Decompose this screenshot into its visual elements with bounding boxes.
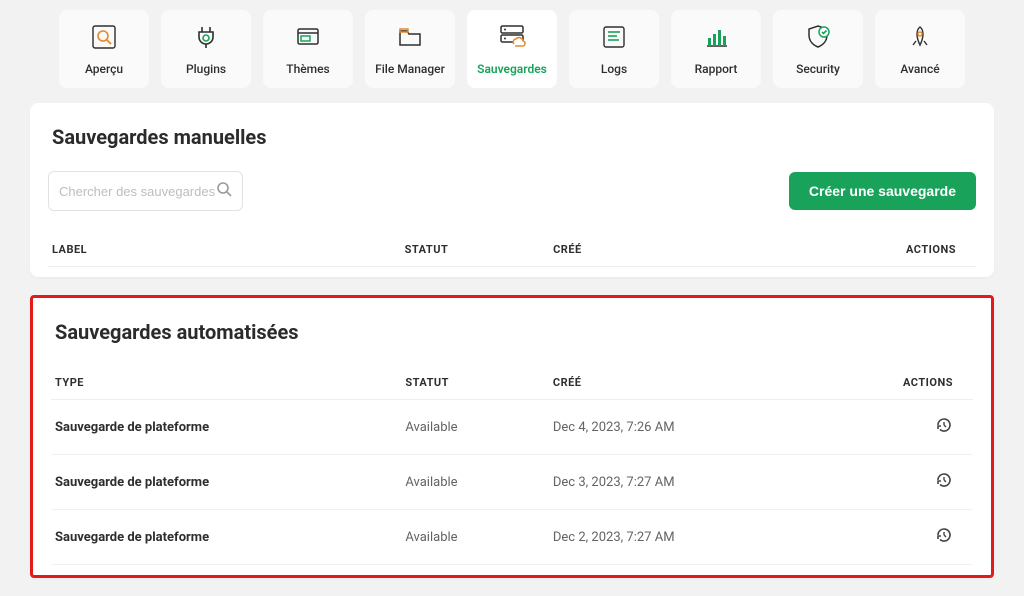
- restore-button[interactable]: [935, 526, 953, 544]
- row-status: Available: [401, 455, 549, 510]
- col-actions: ACTIONS: [825, 366, 973, 400]
- search-wrap: [48, 171, 243, 211]
- search-icon[interactable]: [216, 181, 232, 201]
- manual-toolbar: Créer une sauvegarde: [48, 171, 976, 211]
- tab-label: Rapport: [695, 62, 738, 76]
- tab-advanced[interactable]: Avancé: [875, 10, 965, 88]
- tab-report[interactable]: Rapport: [671, 10, 761, 88]
- row-type: Sauvegarde de plateforme: [51, 510, 401, 565]
- restore-button[interactable]: [935, 471, 953, 489]
- row-type: Sauvegarde de plateforme: [51, 400, 401, 455]
- magnifier-icon: [89, 22, 119, 52]
- col-status: STATUT: [401, 233, 549, 267]
- row-created: Dec 4, 2023, 7:26 AM: [549, 400, 826, 455]
- tab-logs[interactable]: Logs: [569, 10, 659, 88]
- bar-chart-icon: [701, 22, 731, 52]
- rocket-icon: [905, 22, 935, 52]
- tab-label: Thèmes: [286, 62, 329, 76]
- table-row: Sauvegarde de plateforme Available Dec 2…: [51, 510, 973, 565]
- tab-label: Aperçu: [85, 62, 123, 76]
- automated-backups-card: Sauvegardes automatisées TYPE STATUT CRÉ…: [30, 295, 994, 578]
- col-actions: ACTIONS: [828, 233, 977, 267]
- manual-backups-card: Sauvegardes manuelles Créer une sauvegar…: [30, 103, 994, 277]
- lines-icon: [599, 22, 629, 52]
- server-cloud-icon: [497, 22, 527, 52]
- row-created: Dec 3, 2023, 7:27 AM: [549, 455, 826, 510]
- tab-backups[interactable]: Sauvegardes: [467, 10, 557, 88]
- tab-label: Avancé: [900, 62, 939, 76]
- tab-label: Plugins: [186, 62, 226, 76]
- manual-backups-table: LABEL STATUT CRÉÉ ACTIONS: [48, 233, 976, 267]
- col-created: CRÉÉ: [549, 366, 826, 400]
- tab-label: Logs: [601, 62, 627, 76]
- col-label: LABEL: [48, 233, 401, 267]
- tab-filemanager[interactable]: File Manager: [365, 10, 455, 88]
- tab-label: Sauvegardes: [477, 62, 547, 76]
- search-input[interactable]: [59, 184, 216, 199]
- folder-icon: [395, 22, 425, 52]
- tab-bar: Aperçu Plugins Thèmes: [30, 10, 994, 88]
- tab-label: Security: [796, 62, 840, 76]
- table-row: Sauvegarde de plateforme Available Dec 3…: [51, 455, 973, 510]
- row-type: Sauvegarde de plateforme: [51, 455, 401, 510]
- col-type: TYPE: [51, 366, 401, 400]
- automated-backups-table: TYPE STATUT CRÉÉ ACTIONS Sauvegarde de p…: [51, 366, 973, 565]
- tab-overview[interactable]: Aperçu: [59, 10, 149, 88]
- manual-backups-title: Sauvegardes manuelles: [48, 125, 976, 149]
- table-row: Sauvegarde de plateforme Available Dec 4…: [51, 400, 973, 455]
- col-status: STATUT: [401, 366, 549, 400]
- tab-label: File Manager: [375, 62, 445, 76]
- plug-icon: [191, 22, 221, 52]
- tab-security[interactable]: Security: [773, 10, 863, 88]
- tab-themes[interactable]: Thèmes: [263, 10, 353, 88]
- row-status: Available: [401, 510, 549, 565]
- window-icon: [293, 22, 323, 52]
- row-created: Dec 2, 2023, 7:27 AM: [549, 510, 826, 565]
- col-created: CRÉÉ: [549, 233, 827, 267]
- tab-plugins[interactable]: Plugins: [161, 10, 251, 88]
- shield-icon: [803, 22, 833, 52]
- create-backup-button[interactable]: Créer une sauvegarde: [789, 172, 976, 210]
- automated-backups-title: Sauvegardes automatisées: [51, 320, 973, 344]
- row-status: Available: [401, 400, 549, 455]
- restore-button[interactable]: [935, 416, 953, 434]
